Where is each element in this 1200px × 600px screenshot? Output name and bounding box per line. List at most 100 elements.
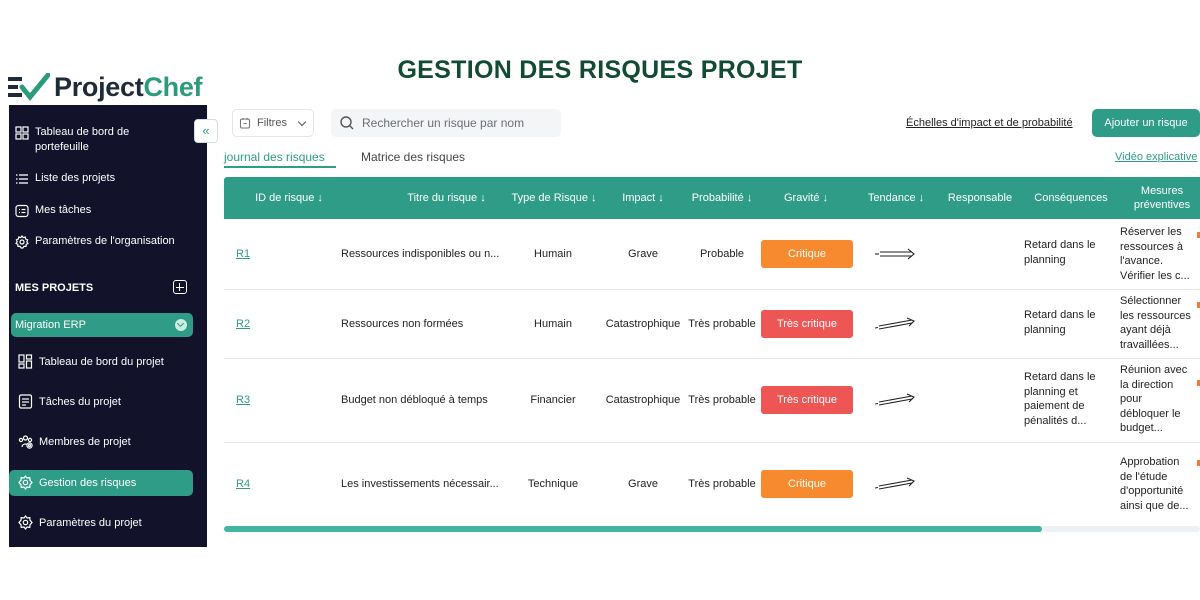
filter-button[interactable]: Filtres — [232, 109, 314, 137]
risk-id-link[interactable]: R1 — [236, 246, 250, 262]
sidebar-item-label: Tâches du projet — [39, 395, 121, 408]
risk-measures: Sélectionner les ressources ayant déjà trav… — [1120, 294, 1191, 352]
collapse-sidebar-button[interactable]: « — [194, 119, 218, 143]
row-separator — [224, 358, 1200, 359]
header-consequences: Conséquences — [1034, 192, 1108, 204]
text-line: de l'étude — [1120, 470, 1168, 483]
risk-id-link[interactable]: R4 — [236, 476, 250, 492]
risk-measures: Réunion avec la direction pour débloquer le… — [1120, 363, 1187, 436]
risk-type: Humain — [534, 248, 572, 260]
text-line: pénalités d... — [1024, 414, 1087, 427]
trend-arrow-icon — [874, 477, 915, 490]
risk-title[interactable]: Budget non débloqué à temps — [341, 392, 488, 408]
severity-badge: Très critique — [761, 386, 853, 414]
tab-risk-matrix[interactable]: Matrice des risques — [361, 150, 465, 164]
filter-label: Filtres — [257, 117, 287, 129]
text-line: planning — [1024, 253, 1066, 266]
dashboard-icon — [18, 354, 33, 369]
sidebar-item-project-settings[interactable]: Paramètres du projet — [18, 515, 142, 530]
text-line: pour — [1120, 393, 1143, 405]
text-line: planning et — [1024, 385, 1078, 398]
sidebar-item-risk-management[interactable]: Gestion des risques — [18, 475, 136, 490]
sidebar-item-project-tasks[interactable]: Tâches du projet — [18, 394, 121, 409]
risk-measures: Réserver les ressources à l'avance. Vérifie… — [1120, 225, 1190, 283]
calendar-icon — [239, 118, 251, 129]
trend-arrow-icon — [874, 317, 915, 330]
header-measures-line: préventives — [1133, 199, 1191, 211]
risk-icon — [18, 475, 33, 490]
sidebar-item-projects-list[interactable]: Liste des projets — [15, 171, 115, 186]
text-line: planning — [1024, 323, 1066, 336]
text-line: Retard dans le — [1024, 309, 1096, 321]
text-line: ainsi que de... — [1120, 499, 1189, 512]
logo-text: ProjectChef — [54, 71, 203, 103]
sidebar-item-project-dashboard[interactable]: Tableau de bord du projet — [18, 354, 164, 369]
text-line: Retard dans le — [1024, 239, 1096, 251]
impact-probability-scales-link[interactable]: Échelles d'impact et de probabilité — [906, 117, 1073, 129]
text-line: Approbation — [1120, 456, 1180, 468]
header-impact[interactable]: Impact ↓ — [609, 177, 677, 219]
text-line: Réunion avec — [1120, 364, 1188, 376]
trend-arrow-icon — [874, 393, 915, 406]
logo-text-chef: Chef — [143, 71, 203, 102]
add-risk-button[interactable]: Ajouter un risque — [1092, 109, 1200, 137]
risk-probability: Probable — [699, 248, 745, 260]
sidebar-item-portfolio-dashboard[interactable]: Tableau de bord de portefeuille — [15, 125, 129, 155]
risk-title[interactable]: Les investissements nécessair... — [341, 476, 499, 492]
text-line: ressources à — [1120, 240, 1183, 253]
risk-title[interactable]: Ressources indisponibles ou n... — [341, 246, 499, 262]
logo-icon — [8, 73, 50, 101]
tab-risk-log[interactable]: journal des risques — [224, 150, 325, 164]
text-line: budget... — [1120, 422, 1163, 434]
header-trend[interactable]: Tendance ↓ — [858, 177, 934, 219]
sidebar-item-label: Paramètres du projet — [39, 516, 142, 529]
list-icon — [16, 174, 28, 184]
settings-icon — [18, 515, 33, 530]
risk-consequences: Retard dans le planning — [1024, 308, 1096, 337]
header-risk-type[interactable]: Type de Risque ↓ — [504, 177, 604, 219]
text-line: l'avance. — [1120, 255, 1164, 267]
explainer-video-link[interactable]: Vidéo explicative — [1115, 151, 1197, 163]
risk-id-link[interactable]: R2 — [236, 316, 250, 332]
text-line: la direction — [1120, 378, 1174, 391]
sidebar-item-label: Gestion des risques — [39, 476, 137, 489]
risk-id-text: R3 — [236, 394, 251, 406]
header-probability[interactable]: Probabilité ↓ — [684, 177, 760, 219]
sidebar-item-label: Liste des projets — [35, 172, 116, 184]
risk-title[interactable]: Ressources non formées — [341, 316, 463, 332]
search-input[interactable] — [362, 116, 552, 130]
chevron-down-icon — [297, 117, 307, 127]
text-line: Sélectionner — [1120, 295, 1182, 307]
page: GESTION DES RISQUES PROJET ProjectChef T… — [0, 0, 1200, 600]
risk-probability: Très probable — [688, 318, 756, 330]
risk-probability: Très probable — [688, 394, 756, 406]
risk-impact: Grave — [628, 478, 658, 490]
my-projects-heading: MES PROJETS — [15, 282, 94, 294]
search-box — [331, 109, 561, 137]
header-severity[interactable]: Gravité ↓ — [764, 177, 848, 219]
sidebar-item-label: Tableau de bord du projet — [39, 355, 164, 368]
sidebar-item-organization-settings[interactable]: Paramètres de l'organisation — [15, 234, 175, 249]
risk-impact: Catastrophique — [605, 318, 681, 330]
active-tab-underline — [224, 166, 336, 168]
header-risk-id[interactable]: ID de risque ↓ — [224, 177, 354, 219]
sidebar-item-label: Tableau de bord de — [35, 126, 130, 138]
add-project-button[interactable] — [173, 280, 187, 294]
risk-id-text: R1 — [236, 248, 251, 260]
sidebar-item-my-tasks[interactable]: Mes tâches — [15, 203, 91, 218]
risk-id-text: R4 — [236, 478, 251, 490]
risk-consequences: Retard dans le planning — [1024, 238, 1096, 267]
text-line: les ressources — [1120, 309, 1191, 322]
risk-impact: Catastrophique — [605, 394, 681, 406]
project-selector[interactable]: Migration ERP — [11, 313, 193, 337]
checklist-icon — [18, 394, 33, 409]
horizontal-scrollbar-thumb[interactable] — [224, 526, 1042, 532]
risk-measures: Approbation de l'étude d'opportunité ainsi … — [1120, 455, 1189, 513]
risk-impact: Grave — [628, 248, 658, 260]
risk-probability: Très probable — [688, 478, 756, 490]
sidebar-item-project-members[interactable]: Membres de projet — [18, 434, 131, 449]
trend-arrow-icon — [875, 248, 915, 260]
risk-type: Technique — [527, 478, 579, 490]
risk-id-link[interactable]: R3 — [236, 392, 250, 408]
text-line: ayant déjà — [1120, 324, 1171, 336]
